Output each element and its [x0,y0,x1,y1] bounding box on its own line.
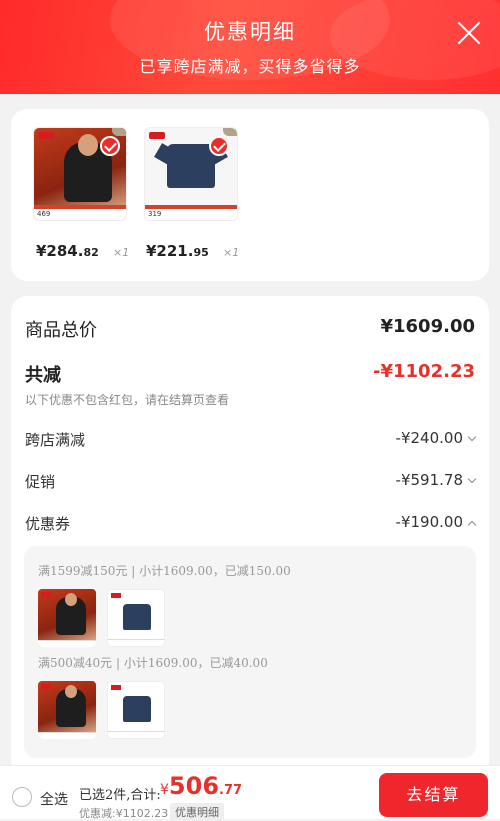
brand-logo [111,593,121,598]
header-subtitle: 已享跨店满减，买得多省得多 [139,57,361,76]
product-qty: ×1 [223,246,240,259]
discount-detail-button[interactable]: 优惠明细 [170,803,224,821]
brand-logo [41,684,51,689]
product-tshirt [167,144,215,188]
checkout-bar: 全选 已选2件,合计: ¥506.77 优惠减:¥1102.23 优惠明细 去结… [0,765,500,821]
product-qty: ×1 [113,246,130,259]
discount-note: 以下优惠不包含红包，请在结算页查看 [25,393,230,407]
reduce-value: -¥1102.23 [373,361,475,382]
coupon-product-image [38,589,96,647]
brand-logo [149,132,165,139]
product-item[interactable]: 469 [33,127,129,221]
product-image: 469 [33,127,127,221]
checked-icon [100,136,120,156]
close-icon[interactable] [456,20,482,46]
discount-item-label: 优惠券 [25,515,71,533]
discount-item-label: 跨店满减 [25,431,86,449]
selected-count-text: 已选2件,合计: [79,788,161,803]
product-image: 319 [144,127,238,221]
total-label: 商品总价 [25,320,97,341]
product-tag [108,639,164,646]
product-figure-head [65,593,77,606]
brand-logo [111,685,121,690]
product-tshirt [123,696,151,722]
product-card: 469 ¥284.82 ×1 319 ¥221.95 ×1 [11,109,489,281]
coupon-rule-text: 满1599减150元 | 小计1609.00，已减150.00 [38,564,291,578]
product-figure-head [78,134,98,156]
product-tag: 469 [34,205,126,220]
corner-badge [112,128,126,136]
coupon-product-image [38,681,96,739]
brand-logo [41,592,51,597]
product-tag [108,731,164,738]
coupon-product-image [107,589,165,647]
product-price: ¥284.82 [36,242,99,260]
coupon-product-image [107,681,165,739]
product-tag-text: 469 [37,210,51,218]
discount-item-value: -¥240.00 [396,429,477,447]
select-all-radio[interactable] [12,787,32,807]
product-tag: 319 [145,205,237,220]
select-all-label[interactable]: 全选 [40,789,68,809]
product-price: ¥221.95 [146,242,209,260]
discount-item-label: 促销 [25,473,56,491]
discount-detail-card: 商品总价 ¥1609.00 共减 -¥1102.23 以下优惠不包含红包，请在结… [11,296,489,776]
chevron-down-icon [467,474,477,484]
header-title: 优惠明细 [204,20,296,44]
discount-item-value: -¥190.00 [396,513,477,531]
total-value: ¥1609.00 [380,316,475,337]
chevron-down-icon [467,432,477,442]
discount-item-value: -¥591.78 [396,471,477,489]
product-item[interactable]: 319 [144,127,240,221]
total-price: ¥506.77 [160,772,243,800]
product-figure-head [65,685,77,698]
chevron-up-icon [467,520,477,530]
product-tag [38,732,96,739]
coupon-rule-text: 满500减40元 | 小计1609.00，已减40.00 [38,656,268,670]
product-tag [38,640,96,647]
product-tag-text: 319 [148,210,162,218]
checked-icon [209,136,229,156]
product-tshirt [123,604,151,630]
brand-logo [38,132,54,139]
reduce-label: 共减 [25,365,61,386]
checkout-button[interactable]: 去结算 [379,773,488,817]
header-banner: 优惠明细 已享跨店满减，买得多省得多 [0,0,500,94]
corner-badge [223,128,237,136]
coupon-detail-box: 满1599减150元 | 小计1609.00，已减150.00 满500减40元… [24,546,476,758]
